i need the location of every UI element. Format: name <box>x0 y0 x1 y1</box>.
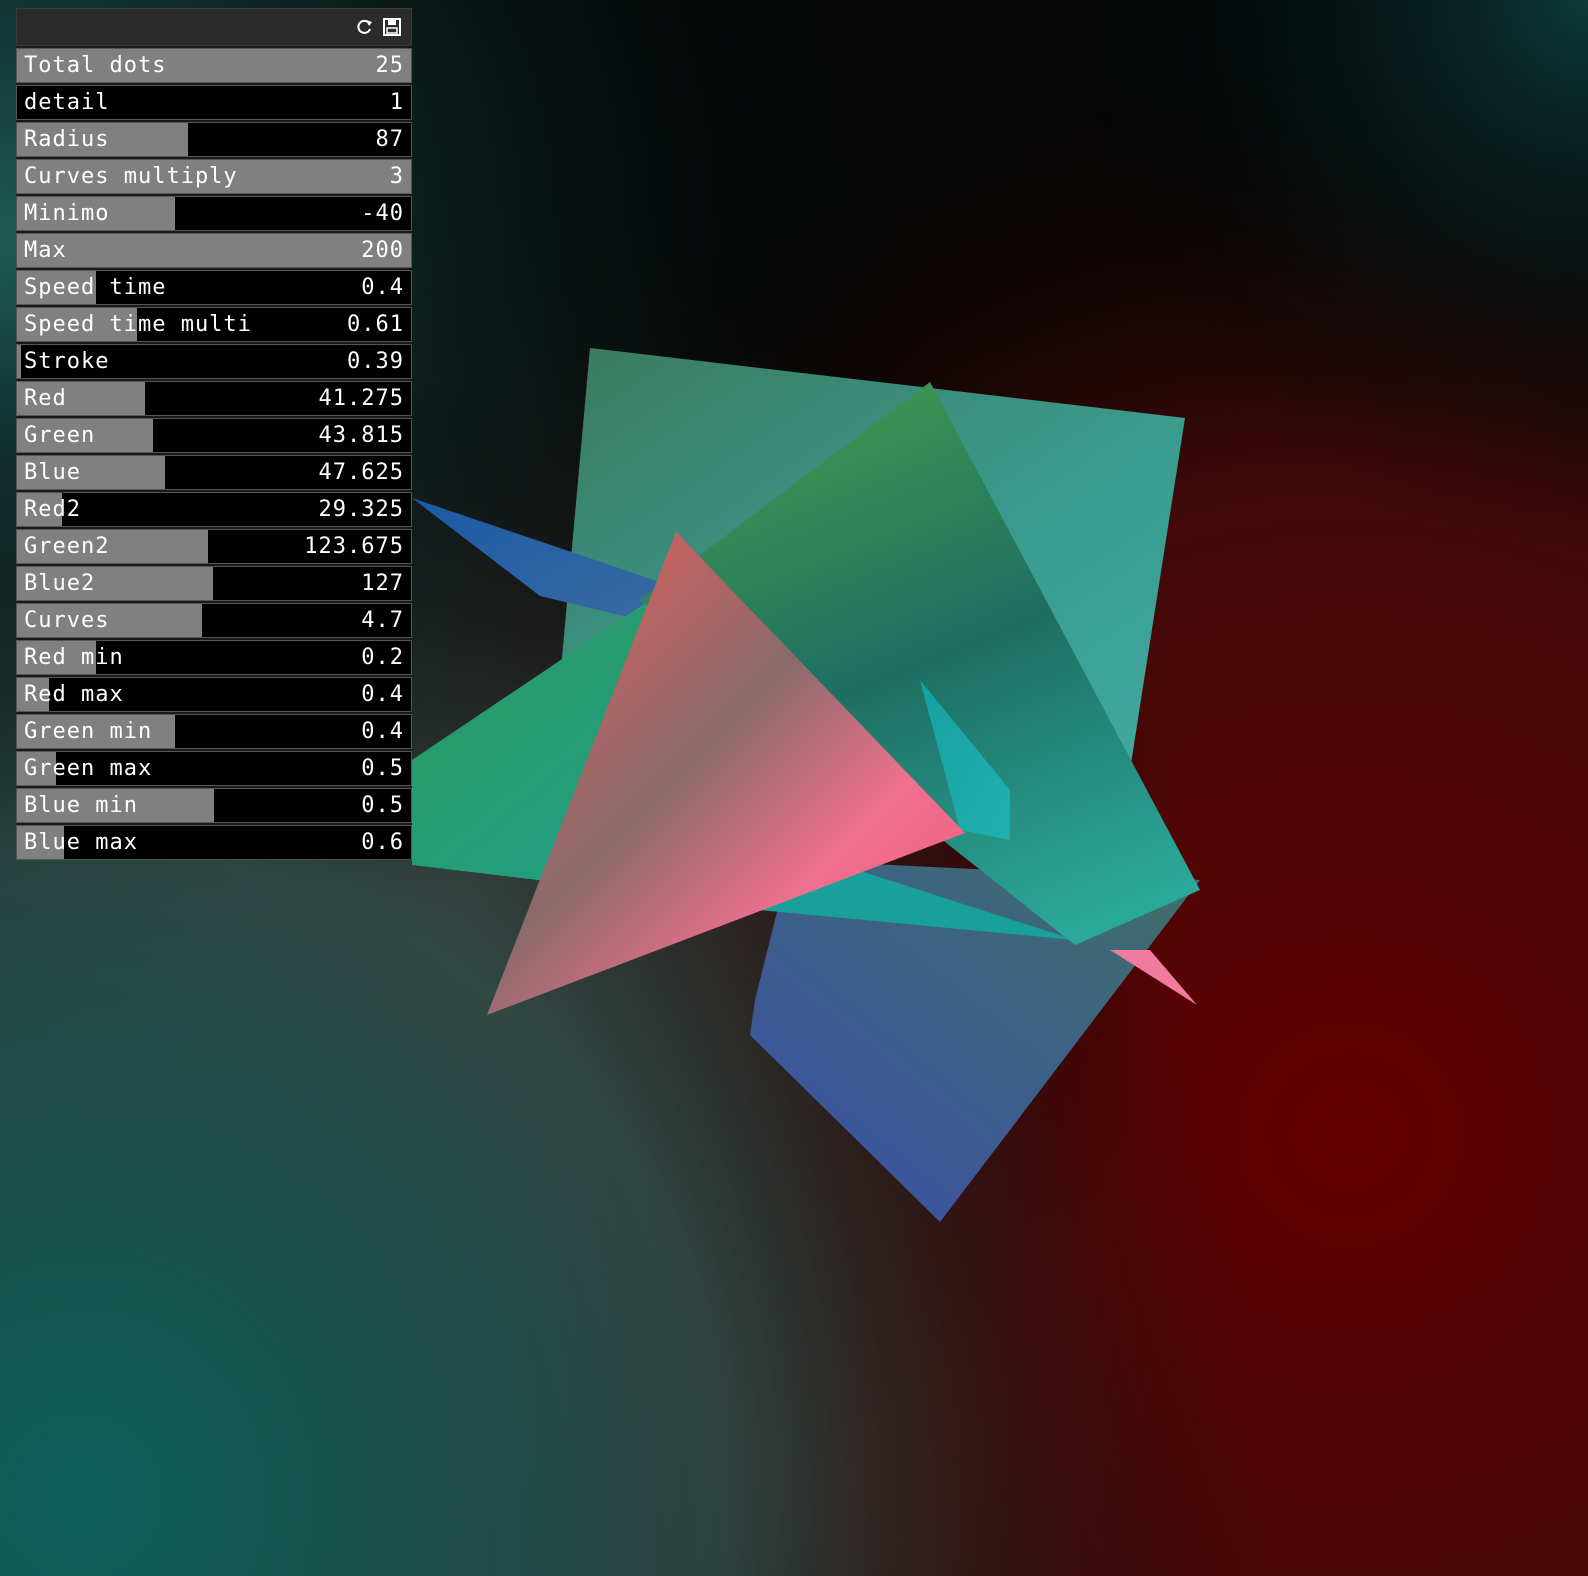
refresh-icon[interactable] <box>353 16 375 38</box>
slider-value: 0.4 <box>361 682 404 707</box>
slider-red-min[interactable]: Red min 0.2 <box>16 640 412 675</box>
slider-label: Curves multiply <box>24 164 238 189</box>
slider-label: Red min <box>24 645 124 670</box>
slider-blue-max[interactable]: Blue max 0.6 <box>16 825 412 860</box>
slider-radius[interactable]: Radius 87 <box>16 122 412 157</box>
slider-value: 127 <box>361 571 404 596</box>
slider-fill <box>17 345 21 378</box>
slider-value: 200 <box>361 238 404 263</box>
slider-red[interactable]: Red 41.275 <box>16 381 412 416</box>
slider-label: Max <box>24 238 67 263</box>
slider-label: Curves <box>24 608 110 633</box>
slider-green-max[interactable]: Green max 0.5 <box>16 751 412 786</box>
slider-value: 0.4 <box>361 275 404 300</box>
slider-green-min[interactable]: Green min 0.4 <box>16 714 412 749</box>
slider-value: 0.5 <box>361 793 404 818</box>
slider-label: detail <box>24 90 110 115</box>
slider-label: Red <box>24 386 67 411</box>
panel-header <box>16 8 412 46</box>
save-icon[interactable] <box>381 16 403 38</box>
slider-label: Total dots <box>24 53 167 78</box>
slider-detail[interactable]: detail 1 <box>16 85 412 120</box>
slider-label: Radius <box>24 127 110 152</box>
slider-green2[interactable]: Green2 123.675 <box>16 529 412 564</box>
slider-label: Minimo <box>24 201 110 226</box>
slider-speed-time[interactable]: Speed time 0.4 <box>16 270 412 305</box>
slider-list: Total dots 25 detail 1 Radius 87 Curves multip… <box>16 48 412 860</box>
slider-label: Stroke <box>24 349 110 374</box>
slider-value: 0.5 <box>361 756 404 781</box>
slider-value: 87 <box>375 127 404 152</box>
slider-value: 29.325 <box>318 497 404 522</box>
slider-value: 47.625 <box>318 460 404 485</box>
slider-value: -40 <box>361 201 404 226</box>
slider-value: 43.815 <box>318 423 404 448</box>
slider-fill <box>17 234 411 267</box>
slider-blue-min[interactable]: Blue min 0.5 <box>16 788 412 823</box>
slider-total-dots[interactable]: Total dots 25 <box>16 48 412 83</box>
slider-value: 1 <box>389 90 404 115</box>
slider-blue2[interactable]: Blue2 127 <box>16 566 412 601</box>
slider-value: 0.61 <box>347 312 404 337</box>
slider-label: Green <box>24 423 96 448</box>
slider-label: Red max <box>24 682 124 707</box>
slider-value: 0.4 <box>361 719 404 744</box>
slider-minimo[interactable]: Minimo -40 <box>16 196 412 231</box>
slider-red2[interactable]: Red2 29.325 <box>16 492 412 527</box>
slider-stroke[interactable]: Stroke 0.39 <box>16 344 412 379</box>
slider-value: 0.6 <box>361 830 404 855</box>
slider-value: 25 <box>375 53 404 78</box>
slider-label: Blue max <box>24 830 138 855</box>
slider-label: Green max <box>24 756 153 781</box>
slider-value: 41.275 <box>318 386 404 411</box>
slider-label: Blue <box>24 460 81 485</box>
slider-curves[interactable]: Curves 4.7 <box>16 603 412 638</box>
slider-value: 123.675 <box>304 534 404 559</box>
slider-curves-multiply[interactable]: Curves multiply 3 <box>16 159 412 194</box>
slider-value: 3 <box>389 164 404 189</box>
control-panel: Total dots 25 detail 1 Radius 87 Curves multip… <box>16 8 412 860</box>
slider-label: Green min <box>24 719 153 744</box>
slider-label: Red2 <box>24 497 81 522</box>
slider-red-max[interactable]: Red max 0.4 <box>16 677 412 712</box>
slider-value: 0.2 <box>361 645 404 670</box>
slider-label: Speed time multi <box>24 312 252 337</box>
slider-label: Blue2 <box>24 571 96 596</box>
slider-max[interactable]: Max 200 <box>16 233 412 268</box>
slider-speed-time-multi[interactable]: Speed time multi 0.61 <box>16 307 412 342</box>
slider-label: Speed time <box>24 275 167 300</box>
slider-label: Blue min <box>24 793 138 818</box>
slider-green[interactable]: Green 43.815 <box>16 418 412 453</box>
slider-blue[interactable]: Blue 47.625 <box>16 455 412 490</box>
slider-value: 4.7 <box>361 608 404 633</box>
slider-value: 0.39 <box>347 349 404 374</box>
slider-label: Green2 <box>24 534 110 559</box>
